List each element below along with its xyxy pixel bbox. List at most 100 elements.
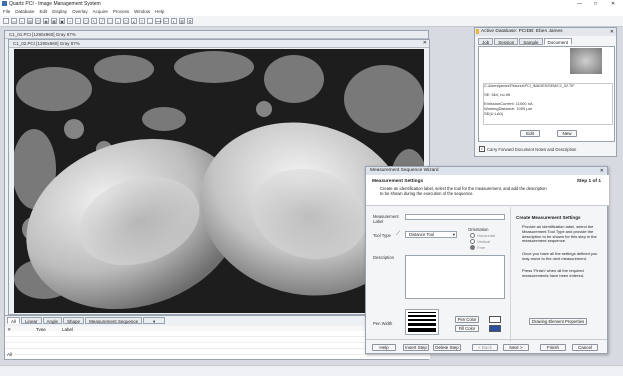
- maximize-button[interactable]: □: [594, 0, 597, 8]
- image-window-back-title[interactable]: C1_01.PCI [1280x960] Gray 87%: [5, 31, 428, 39]
- pointer-icon[interactable]: ↖: [91, 18, 97, 24]
- radio-vertical-label: Vertical: [477, 239, 491, 244]
- orientation-free[interactable]: Free: [470, 245, 485, 250]
- print-icon[interactable]: ▤: [27, 18, 33, 24]
- new-icon[interactable]: ▫: [3, 18, 9, 24]
- database-panel-close-icon[interactable]: ✕: [610, 28, 614, 36]
- menu-process[interactable]: Process: [113, 8, 129, 16]
- menu-acquire[interactable]: Acquire: [93, 8, 108, 16]
- database-panel: Active Database: PCIDB: Eben James ✕ Job…: [474, 27, 617, 157]
- calibrate-icon[interactable]: ⊢: [163, 18, 169, 24]
- sem-image[interactable]: [14, 49, 424, 313]
- wizard-title: Measurement Sequence Wizard: [366, 167, 607, 175]
- minimize-button[interactable]: —: [577, 0, 582, 8]
- menu-help[interactable]: Help: [155, 8, 164, 16]
- tab-angle[interactable]: Angle: [42, 317, 63, 324]
- menu-edit[interactable]: Edit: [40, 8, 48, 16]
- ruler-icon: ⟋: [396, 231, 401, 237]
- zoom-in-icon[interactable]: +: [67, 18, 73, 24]
- app-title: Quartz PCI - Image Management System: [9, 1, 101, 7]
- wizard-divider: [510, 207, 511, 342]
- chevron-down-icon: ▾: [452, 232, 455, 237]
- pen-color-button[interactable]: Pen Color: [455, 316, 479, 323]
- image-icon[interactable]: ▣: [59, 18, 65, 24]
- close-button[interactable]: ✕: [611, 0, 615, 8]
- app-logo-icon: [2, 1, 7, 6]
- wizard-description: Create an identification label, select t…: [380, 186, 547, 196]
- carry-forward-row: ✓ Carry Forward Document Notes and Descr…: [479, 146, 576, 152]
- settings-icon[interactable]: ⚙: [187, 18, 193, 24]
- help-button[interactable]: Help: [372, 344, 396, 351]
- tab-session[interactable]: Session: [494, 38, 519, 45]
- cancel-button[interactable]: Cancel: [572, 344, 598, 351]
- menu-overlay[interactable]: Overlay: [72, 8, 88, 16]
- arrow-icon[interactable]: →: [147, 18, 153, 24]
- document-path: C:\Users\james\Pictures\PCI_IMAGES\SEM\C…: [484, 84, 575, 88]
- fill-color-button[interactable]: Fill Color: [455, 325, 479, 332]
- tool-type-select[interactable]: Distance Tool ▾: [405, 231, 457, 238]
- description-textarea[interactable]: [405, 255, 505, 299]
- tab-all[interactable]: All: [7, 317, 21, 324]
- info-line-1: SE: 5kV, no tilt: [484, 92, 510, 97]
- zoom-out-icon[interactable]: −: [75, 18, 81, 24]
- rect-icon[interactable]: □: [107, 18, 113, 24]
- radio-vertical[interactable]: [470, 239, 475, 244]
- finish-button[interactable]: Finish: [540, 344, 566, 351]
- radio-free-label: Free: [477, 245, 486, 250]
- grid-icon[interactable]: ▦: [51, 18, 57, 24]
- image-window-front-title[interactable]: C1_02.PCI [1280x960] Gray 87%: [9, 40, 429, 48]
- fit-icon[interactable]: ◻: [83, 18, 89, 24]
- edit-button[interactable]: Edit: [520, 130, 540, 137]
- tab-document[interactable]: Document: [543, 38, 573, 45]
- save-icon[interactable]: ▪: [19, 18, 25, 24]
- pen-color-swatch[interactable]: [489, 316, 501, 323]
- orientation-horizontal[interactable]: Horizontal: [470, 233, 495, 238]
- tab-sample[interactable]: Sample: [519, 38, 543, 45]
- ellipse-icon[interactable]: ○: [115, 18, 121, 24]
- color-icon[interactable]: ◐: [171, 18, 177, 24]
- right-text-2: Once you have all the settings defined y…: [522, 251, 598, 261]
- camera-icon[interactable]: ◉: [43, 18, 49, 24]
- toolbar: ▫ ▭ ▪ ▤ ◫ ◉ ▦ ▣ + − ◻ ↖ ╱ □ ○ ⬠ ∠ T → ⟷ …: [0, 16, 623, 27]
- polygon-icon[interactable]: ⬠: [123, 18, 129, 24]
- radio-free[interactable]: [470, 245, 475, 250]
- text-icon[interactable]: T: [139, 18, 145, 24]
- menu-bar: File Database Edit Display Overlay Acqui…: [0, 8, 623, 16]
- database-icon[interactable]: ◫: [35, 18, 41, 24]
- wizard-header: Measurement Settings Step 1 of 1 Create …: [366, 175, 609, 206]
- tab-shape[interactable]: Shape: [63, 317, 85, 324]
- insert-step-button[interactable]: Insert Step: [403, 344, 429, 351]
- line-icon[interactable]: ╱: [99, 18, 105, 24]
- new-button[interactable]: New: [557, 130, 577, 137]
- histogram-icon[interactable]: ▥: [179, 18, 185, 24]
- orientation-vertical[interactable]: Vertical: [470, 239, 490, 244]
- wizard-close-icon[interactable]: ✕: [600, 167, 604, 175]
- tab-dropdown-icon[interactable]: ▾: [143, 317, 166, 324]
- menu-file[interactable]: File: [3, 8, 10, 16]
- fill-color-swatch[interactable]: [489, 325, 501, 332]
- delete-step-button[interactable]: Delete Step: [433, 344, 461, 351]
- open-icon[interactable]: ▭: [11, 18, 17, 24]
- radio-horizontal-label: Horizontal: [477, 233, 496, 238]
- angle-icon[interactable]: ∠: [131, 18, 137, 24]
- wizard-footer-divider: [366, 339, 607, 340]
- carry-forward-label: Carry Forward Document Notes and Descrip…: [487, 146, 577, 152]
- pen-width-list[interactable]: [405, 309, 439, 335]
- document-thumbnail[interactable]: [570, 48, 602, 74]
- tab-measurement-sequence[interactable]: Measurement Sequence: [85, 317, 143, 324]
- measurement-label-input[interactable]: [405, 214, 505, 220]
- back-button[interactable]: < Back: [472, 344, 498, 351]
- drawing-properties-button[interactable]: Drawing Element Properties: [529, 318, 587, 325]
- measure-icon[interactable]: ⟷: [155, 18, 162, 24]
- next-button[interactable]: Next >: [503, 344, 529, 351]
- tab-job[interactable]: Job: [478, 38, 494, 45]
- carry-forward-checkbox[interactable]: ✓: [479, 146, 485, 152]
- radio-horizontal[interactable]: [470, 233, 475, 238]
- menu-display[interactable]: Display: [52, 8, 67, 16]
- status-bar: [0, 365, 623, 376]
- tab-linear[interactable]: Linear: [21, 317, 42, 324]
- info-line-4: SE(U,LA0): [484, 111, 504, 116]
- menu-window[interactable]: Window: [134, 8, 150, 16]
- image-window-close-icon[interactable]: ✕: [423, 40, 427, 47]
- menu-database[interactable]: Database: [15, 8, 34, 16]
